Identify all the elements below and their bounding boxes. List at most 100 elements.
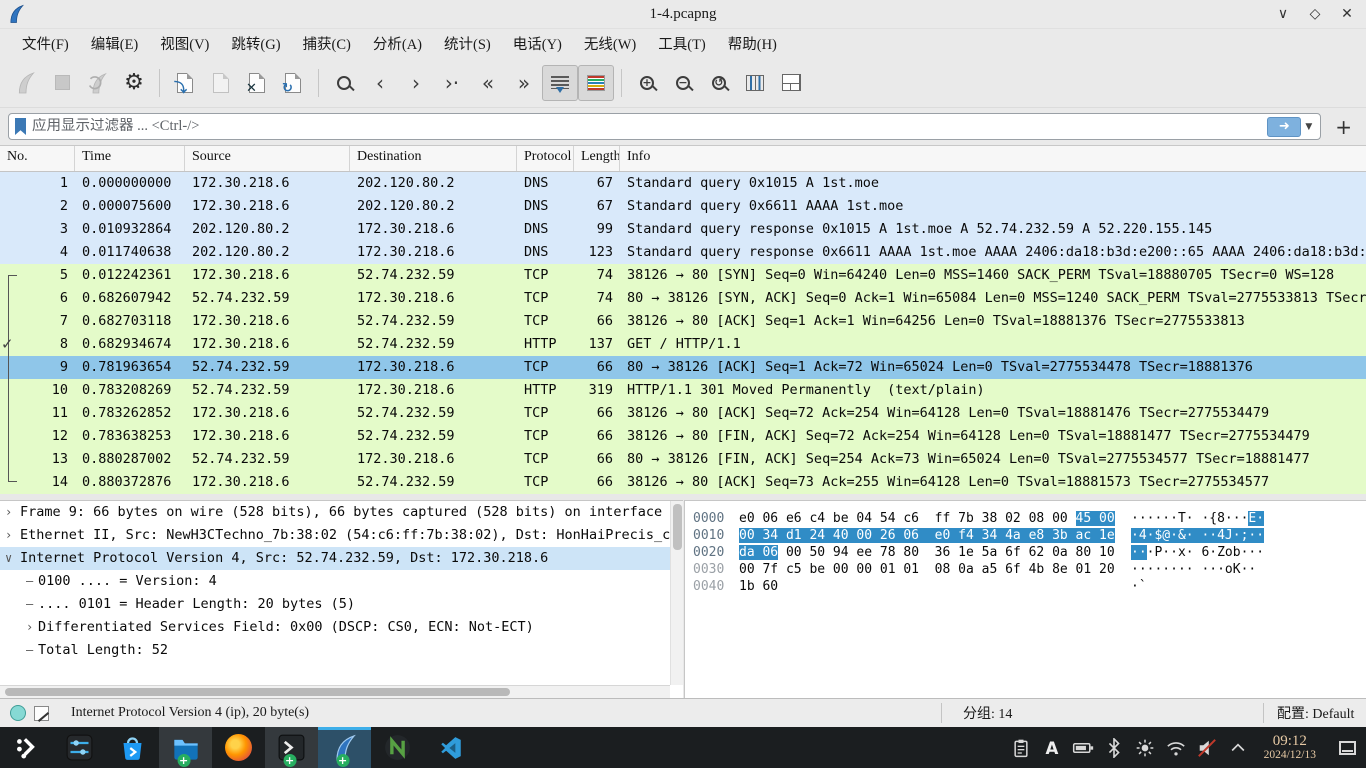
packet-row-9[interactable]: 90.78196365452.74.232.59172.30.218.6TCP6… xyxy=(0,356,1366,379)
expander-icon[interactable]: › xyxy=(5,524,12,547)
minimize-button[interactable]: ∨ xyxy=(1274,6,1292,23)
go-to-packet-button[interactable]: ›· xyxy=(434,65,470,101)
menu-item-7[interactable]: 电话(Y) xyxy=(503,30,572,57)
packet-row-5[interactable]: 50.012242361172.30.218.652.74.232.59TCP7… xyxy=(0,264,1366,287)
zoom-reset-button[interactable]: ↺ xyxy=(701,65,737,101)
show-desktop-button[interactable] xyxy=(1339,741,1356,755)
taskbar-app-konsole[interactable]: + xyxy=(265,727,318,768)
close-button[interactable]: ✕ xyxy=(1338,6,1356,23)
hex-row-0040[interactable]: 00401b 60·` xyxy=(693,578,1366,595)
packet-row-11[interactable]: 110.783262852172.30.218.652.74.232.59TCP… xyxy=(0,402,1366,425)
detail-line-2[interactable]: ∨Internet Protocol Version 4, Src: 52.74… xyxy=(0,547,683,570)
taskbar-app-kde-launcher[interactable] xyxy=(0,727,53,768)
taskbar-app-neovim[interactable] xyxy=(371,727,424,768)
tray-volume-muted-icon[interactable] xyxy=(1196,737,1218,759)
bookmark-icon[interactable] xyxy=(15,118,26,135)
column-header-protocol[interactable]: Protocol xyxy=(517,146,574,171)
column-header-source[interactable]: Source xyxy=(185,146,350,171)
capture-restart-button[interactable] xyxy=(80,65,116,101)
expander-icon[interactable]: ∨ xyxy=(5,547,12,570)
packet-row-1[interactable]: 10.000000000172.30.218.6202.120.80.2DNS6… xyxy=(0,172,1366,195)
go-first-button[interactable]: « xyxy=(470,65,506,101)
capture-stop-button[interactable] xyxy=(44,65,80,101)
taskbar-app-file-manager[interactable]: + xyxy=(159,727,212,768)
zoom-out-button[interactable]: − xyxy=(665,65,701,101)
menu-item-10[interactable]: 帮助(H) xyxy=(718,30,787,57)
taskbar-app-vscode[interactable] xyxy=(424,727,477,768)
taskbar-app-wireshark[interactable]: + xyxy=(318,727,371,768)
tray-brightness-icon[interactable] xyxy=(1134,737,1156,759)
layout-button[interactable] xyxy=(773,65,809,101)
menu-item-6[interactable]: 统计(S) xyxy=(434,30,501,57)
detail-horizontal-scrollbar[interactable] xyxy=(0,685,670,698)
tray-input-method-icon[interactable]: A xyxy=(1041,737,1063,759)
filter-dropdown-caret-icon[interactable]: ▼ xyxy=(1305,122,1312,132)
colorize-toggle[interactable] xyxy=(578,65,614,101)
column-header-destination[interactable]: Destination xyxy=(350,146,517,171)
menu-item-9[interactable]: 工具(T) xyxy=(648,30,716,57)
detail-line-4[interactable]: –.... 0101 = Header Length: 20 bytes (5) xyxy=(0,593,683,616)
find-packet-button[interactable] xyxy=(326,65,362,101)
detail-line-6[interactable]: –Total Length: 52 xyxy=(0,639,683,662)
menu-item-2[interactable]: 视图(V) xyxy=(150,30,219,57)
packet-row-10[interactable]: 100.78320826952.74.232.59172.30.218.6HTT… xyxy=(0,379,1366,402)
packet-row-12[interactable]: 120.783638253172.30.218.652.74.232.59TCP… xyxy=(0,425,1366,448)
column-header-length[interactable]: Length xyxy=(574,146,620,171)
save-file-button[interactable] xyxy=(203,65,239,101)
menu-item-5[interactable]: 分析(A) xyxy=(363,30,432,57)
menu-item-8[interactable]: 无线(W) xyxy=(574,30,646,57)
taskbar-app-settings[interactable] xyxy=(53,727,106,768)
packet-row-13[interactable]: 130.88028700252.74.232.59172.30.218.6TCP… xyxy=(0,448,1366,471)
menu-item-1[interactable]: 编辑(E) xyxy=(81,30,149,57)
tray-chevron-up-icon[interactable] xyxy=(1227,737,1249,759)
capture-options-button[interactable]: ⚙ xyxy=(116,65,152,101)
tray-battery-icon[interactable] xyxy=(1072,737,1094,759)
packet-row-14[interactable]: 140.880372876172.30.218.652.74.232.59TCP… xyxy=(0,471,1366,494)
detail-line-3[interactable]: –0100 .... = Version: 4 xyxy=(0,570,683,593)
tray-wifi-icon[interactable] xyxy=(1165,737,1187,759)
packet-row-6[interactable]: 60.68260794252.74.232.59172.30.218.6TCP7… xyxy=(0,287,1366,310)
hex-row-0020[interactable]: 0020da 06 00 50 94 ee 78 80 36 1e 5a 6f … xyxy=(693,544,1366,561)
column-header-no[interactable]: No. xyxy=(0,146,75,171)
tray-bluetooth-icon[interactable] xyxy=(1103,737,1125,759)
hex-row-0010[interactable]: 001000 34 d1 24 40 00 26 06 e0 f4 34 4a … xyxy=(693,527,1366,544)
close-file-button[interactable]: ✕ xyxy=(239,65,275,101)
go-last-button[interactable]: » xyxy=(506,65,542,101)
expert-info-icon[interactable] xyxy=(10,705,26,721)
tray-clipboard-icon[interactable] xyxy=(1010,737,1032,759)
detail-line-1[interactable]: ›Ethernet II, Src: NewH3CTechno_7b:38:02… xyxy=(0,524,683,547)
maximize-button[interactable]: ◇ xyxy=(1306,6,1324,23)
scrollbar-thumb[interactable] xyxy=(5,688,510,696)
taskbar-app-firefox[interactable] xyxy=(212,727,265,768)
packet-row-4[interactable]: 40.011740638202.120.80.2172.30.218.6DNS1… xyxy=(0,241,1366,264)
display-filter-input[interactable] xyxy=(32,118,1267,135)
apply-filter-button[interactable]: ➜ xyxy=(1267,117,1301,137)
capture-start-button[interactable] xyxy=(8,65,44,101)
menu-item-3[interactable]: 跳转(G) xyxy=(221,30,290,57)
packet-row-3[interactable]: 30.010932864202.120.80.2172.30.218.6DNS9… xyxy=(0,218,1366,241)
reload-file-button[interactable]: ↻ xyxy=(275,65,311,101)
zoom-in-button[interactable]: + xyxy=(629,65,665,101)
capture-comment-icon[interactable] xyxy=(34,706,49,721)
column-header-info[interactable]: Info xyxy=(620,146,1366,171)
add-filter-button[interactable]: + xyxy=(1329,115,1358,139)
hex-row-0000[interactable]: 0000e0 06 e6 c4 be 04 54 c6 ff 7b 38 02 … xyxy=(693,510,1366,527)
hex-dump-pane[interactable]: 0000e0 06 e6 c4 be 04 54 c6 ff 7b 38 02 … xyxy=(684,500,1366,698)
detail-line-5[interactable]: ›Differentiated Services Field: 0x00 (DS… xyxy=(0,616,683,639)
go-back-button[interactable]: ‹ xyxy=(362,65,398,101)
expander-icon[interactable]: › xyxy=(5,501,12,524)
detail-vertical-scrollbar[interactable] xyxy=(670,501,683,685)
resize-columns-button[interactable] xyxy=(737,65,773,101)
taskbar-app-discover[interactable] xyxy=(106,727,159,768)
auto-scroll-toggle[interactable] xyxy=(542,65,578,101)
scrollbar-thumb[interactable] xyxy=(673,504,682,550)
packet-row-2[interactable]: 20.000075600172.30.218.6202.120.80.2DNS6… xyxy=(0,195,1366,218)
detail-line-0[interactable]: ›Frame 9: 66 bytes on wire (528 bits), 6… xyxy=(0,501,683,524)
display-filter-field[interactable]: ➜ ▼ xyxy=(8,113,1321,140)
packet-row-8[interactable]: 80.682934674172.30.218.652.74.232.59HTTP… xyxy=(0,333,1366,356)
expander-icon[interactable]: › xyxy=(26,616,33,639)
go-forward-button[interactable]: › xyxy=(398,65,434,101)
column-header-time[interactable]: Time xyxy=(75,146,185,171)
clock[interactable]: 09:12 2024/12/13 xyxy=(1264,733,1316,762)
open-file-button[interactable]: ⤵ xyxy=(167,65,203,101)
